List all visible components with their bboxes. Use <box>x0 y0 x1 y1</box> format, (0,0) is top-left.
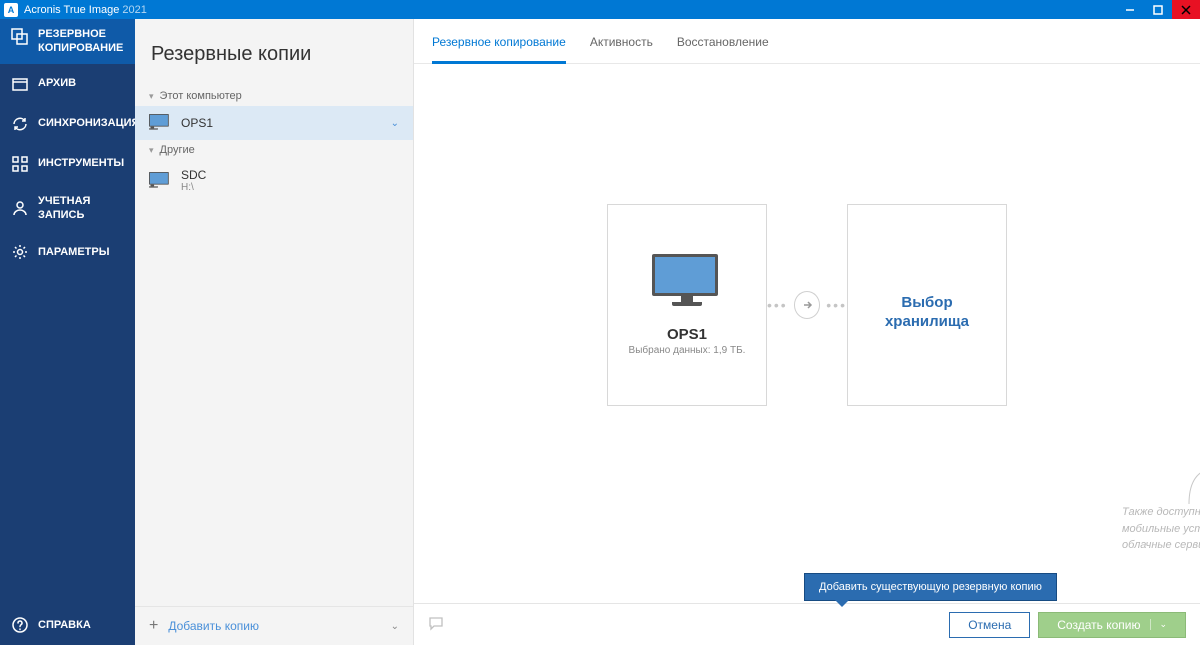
nav-backup-label: РЕЗЕРВНОЕ КОПИРОВАНИЕ <box>38 27 125 56</box>
add-backup[interactable]: + Добавить копию ⌄ <box>135 606 413 645</box>
app-title: Acronis True Image <box>24 4 119 16</box>
source-sub: Выбрано данных: 1,9 ТБ. <box>629 345 746 356</box>
tabs: Резервное копирование Активность Восстан… <box>414 19 1200 64</box>
nav-archive-label: АРХИВ <box>38 76 76 90</box>
nav-help-label: СПРАВКА <box>38 618 91 632</box>
nav-tools[interactable]: ИНСТРУМЕНТЫ <box>0 144 135 184</box>
arrow-right-icon <box>794 291 821 319</box>
create-backup-button[interactable]: Создать копию ⌄ <box>1038 612 1186 638</box>
nav-backup[interactable]: РЕЗЕРВНОЕ КОПИРОВАНИЕ <box>0 19 135 64</box>
gear-icon <box>10 242 30 262</box>
account-icon <box>10 198 30 218</box>
archive-icon <box>10 74 30 94</box>
tools-icon <box>10 154 30 174</box>
nav-tools-label: ИНСТРУМЕНТЫ <box>38 156 124 170</box>
left-nav: РЕЗЕРВНОЕ КОПИРОВАНИЕ АРХИВ СИНХРОНИЗАЦИ… <box>0 19 135 645</box>
list-item-label: OPS1 <box>181 116 213 130</box>
backup-list-panel: Резервные копии Этот компьютер OPS1 ⌄ Др… <box>135 19 414 645</box>
nav-archive[interactable]: АРХИВ <box>0 64 135 104</box>
list-header: Резервные копии <box>135 19 413 86</box>
sync-icon <box>10 114 30 134</box>
target-title2: хранилища <box>885 313 969 330</box>
list-item-sublabel: H:\ <box>181 182 206 193</box>
hint-arrow-icon <box>1184 464 1200 504</box>
maximize-button[interactable] <box>1144 0 1172 19</box>
nav-help[interactable]: СПРАВКА <box>0 605 135 645</box>
hint-text: Также доступны диски, файлы, мобильные у… <box>1122 504 1200 554</box>
titlebar: A Acronis True Image 2021 <box>0 0 1200 19</box>
computer-icon <box>149 114 171 132</box>
plus-icon: + <box>149 617 158 635</box>
comment-icon[interactable] <box>428 615 444 634</box>
cancel-button[interactable]: Отмена <box>949 612 1030 638</box>
add-backup-label: Добавить копию <box>168 619 259 633</box>
computer-icon <box>149 172 171 190</box>
nav-sync-label: СИНХРОНИЗАЦИЯ <box>38 116 139 130</box>
section-this-computer[interactable]: Этот компьютер <box>135 86 413 106</box>
nav-account[interactable]: УЧЕТНАЯ ЗАПИСЬ <box>0 184 135 233</box>
source-card[interactable]: OPS1 Выбрано данных: 1,9 ТБ. <box>607 204 767 406</box>
section-other[interactable]: Другие <box>135 140 413 160</box>
nav-sync[interactable]: СИНХРОНИЗАЦИЯ <box>0 104 135 144</box>
chevron-down-icon[interactable]: ⌄ <box>1150 619 1167 630</box>
tab-backup[interactable]: Резервное копирование <box>432 35 566 64</box>
list-item-sdc[interactable]: SDC H:\ <box>135 160 413 201</box>
chevron-down-icon[interactable]: ⌄ <box>391 621 399 632</box>
computer-icon <box>652 254 722 312</box>
app-icon: A <box>4 3 18 17</box>
chevron-down-icon[interactable]: ⌄ <box>391 118 399 129</box>
create-backup-label: Создать копию <box>1057 618 1140 632</box>
target-card[interactable]: Выбор хранилища <box>847 204 1007 406</box>
nav-account-label: УЧЕТНАЯ ЗАПИСЬ <box>38 194 125 223</box>
main-panel: Резервное копирование Активность Восстан… <box>414 19 1200 645</box>
close-button[interactable] <box>1172 0 1200 19</box>
minimize-button[interactable] <box>1116 0 1144 19</box>
tab-activity[interactable]: Активность <box>590 35 653 63</box>
app-year: 2021 <box>122 4 146 16</box>
target-title: Выбор <box>901 294 952 311</box>
backup-icon <box>10 27 30 47</box>
bottom-bar: Отмена Создать копию ⌄ <box>414 603 1200 645</box>
source-title: OPS1 <box>667 326 707 343</box>
help-icon <box>10 615 30 635</box>
list-item-ops1[interactable]: OPS1 ⌄ <box>135 106 413 140</box>
list-item-label: SDC <box>181 168 206 182</box>
tooltip-add-existing: Добавить существующую резервную копию <box>804 573 1057 601</box>
arrow-between: ••• ••• <box>767 291 847 319</box>
nav-settings[interactable]: ПАРАМЕТРЫ <box>0 232 135 272</box>
nav-settings-label: ПАРАМЕТРЫ <box>38 245 110 259</box>
tab-restore[interactable]: Восстановление <box>677 35 769 63</box>
